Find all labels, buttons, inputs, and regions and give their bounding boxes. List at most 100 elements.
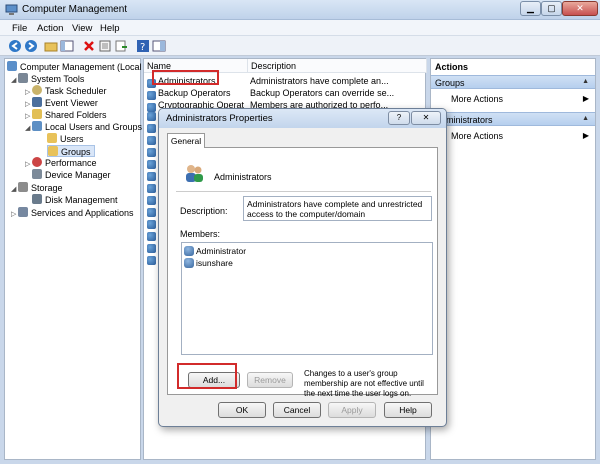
computer-icon bbox=[7, 61, 17, 71]
export-list-icon[interactable] bbox=[114, 39, 128, 53]
folder-icon bbox=[48, 146, 58, 156]
help-icon[interactable]: ? bbox=[136, 39, 150, 53]
general-tab-panel: Administrators Description: Administrato… bbox=[167, 147, 438, 398]
members-list[interactable]: Administrator isunshare bbox=[181, 242, 433, 355]
actions-pane: Actions Groups ▲ More Actions ▶ Administ… bbox=[430, 58, 596, 460]
svg-text:?: ? bbox=[140, 42, 145, 53]
user-icon bbox=[184, 246, 194, 256]
menu-file[interactable]: File bbox=[12, 23, 27, 34]
menu-action[interactable]: Action bbox=[37, 23, 63, 34]
tree-item-event-viewer[interactable]: ▷ Event Viewer bbox=[25, 97, 98, 109]
tree-item-shared-folders[interactable]: ▷ Shared Folders bbox=[25, 109, 107, 121]
member-item[interactable]: isunshare bbox=[184, 258, 233, 268]
clock-icon bbox=[32, 85, 42, 95]
divider bbox=[176, 191, 431, 192]
close-button[interactable]: ✕ bbox=[562, 1, 598, 16]
expand-arrow-icon[interactable]: ▷ bbox=[11, 209, 18, 221]
menu-bar: File Action View Help bbox=[0, 20, 600, 36]
tree-item-storage[interactable]: ◢ Storage bbox=[11, 182, 63, 194]
member-item[interactable]: Administrator bbox=[184, 246, 246, 256]
apply-button[interactable]: Apply bbox=[328, 402, 376, 418]
dialog-title-bar: Administrators Properties ? ✕ bbox=[159, 109, 446, 128]
column-header-description[interactable]: Description bbox=[248, 59, 427, 73]
tree-item-disk-management[interactable]: Disk Management bbox=[32, 194, 118, 206]
more-actions-administrators[interactable]: More Actions bbox=[451, 131, 503, 141]
highlight-administrators bbox=[152, 70, 219, 85]
storage-icon bbox=[18, 182, 28, 192]
menu-help[interactable]: Help bbox=[100, 23, 120, 34]
group-icon bbox=[147, 148, 156, 157]
dialog-title: Administrators Properties bbox=[166, 113, 273, 124]
show-hide-tree-icon[interactable] bbox=[60, 39, 74, 53]
submenu-arrow-icon: ▶ bbox=[582, 131, 589, 140]
cancel-button[interactable]: Cancel bbox=[273, 402, 321, 418]
help-button[interactable]: Help bbox=[384, 402, 432, 418]
collapse-up-icon[interactable]: ▲ bbox=[582, 115, 589, 122]
maximize-button[interactable]: ▢ bbox=[541, 1, 562, 16]
group-icon bbox=[147, 160, 156, 169]
delete-icon[interactable] bbox=[82, 39, 96, 53]
group-icon bbox=[147, 172, 156, 181]
administrators-properties-dialog: Administrators Properties ? ✕ General Ad… bbox=[158, 108, 447, 427]
description-label: Description: bbox=[180, 206, 228, 216]
dialog-close-icon[interactable]: ✕ bbox=[411, 111, 441, 125]
actions-header: Actions bbox=[435, 62, 469, 72]
group-icon bbox=[147, 136, 156, 145]
disk-icon bbox=[32, 194, 42, 204]
group-icon bbox=[147, 196, 156, 205]
expand-arrow-icon[interactable]: ◢ bbox=[11, 75, 18, 87]
tab-general[interactable]: General bbox=[167, 133, 205, 148]
back-icon[interactable] bbox=[8, 39, 22, 53]
user-icon bbox=[184, 258, 194, 268]
submenu-arrow-icon: ▶ bbox=[582, 94, 589, 103]
ok-button[interactable]: OK bbox=[218, 402, 266, 418]
group-icon bbox=[147, 124, 156, 133]
group-icon bbox=[147, 232, 156, 241]
minimize-button[interactable]: ▁ bbox=[520, 1, 541, 16]
group-description-cell: Administrators have complete an... bbox=[250, 76, 389, 86]
actions-group-groups[interactable]: Groups ▲ bbox=[431, 75, 595, 89]
shared-folder-icon bbox=[32, 109, 42, 119]
window-title: Computer Management bbox=[22, 4, 128, 15]
toolbar: ? bbox=[0, 36, 600, 56]
tree-item-task-scheduler[interactable]: ▷ Task Scheduler bbox=[25, 85, 107, 97]
actions-group-administrators[interactable]: Administrators ▲ bbox=[431, 112, 595, 126]
remove-button[interactable]: Remove bbox=[247, 372, 293, 388]
dialog-help-icon[interactable]: ? bbox=[388, 111, 410, 125]
expand-arrow-icon[interactable]: ◢ bbox=[11, 184, 18, 196]
tree-item-computer-management[interactable]: Computer Management (Local bbox=[7, 61, 142, 73]
forward-icon[interactable] bbox=[24, 39, 38, 53]
group-name: Administrators bbox=[214, 172, 272, 182]
title-bar: Computer Management ▁ ▢ ✕ bbox=[0, 0, 600, 20]
expand-arrow-icon[interactable]: ▷ bbox=[25, 159, 32, 171]
tree-item-performance[interactable]: ▷ Performance bbox=[25, 157, 97, 169]
collapse-up-icon[interactable]: ▲ bbox=[582, 78, 589, 85]
tools-icon bbox=[18, 73, 28, 83]
members-label: Members: bbox=[180, 229, 221, 239]
tree-item-groups[interactable]: Groups bbox=[47, 145, 95, 157]
show-action-pane-icon[interactable] bbox=[152, 39, 166, 53]
tree-item-local-users-and-groups[interactable]: ◢ Local Users and Groups bbox=[25, 121, 142, 133]
group-description-cell: Backup Operators can override se... bbox=[250, 88, 395, 98]
folder-icon bbox=[47, 133, 57, 143]
membership-note: Changes to a user's group membership are… bbox=[304, 369, 424, 398]
table-row[interactable]: Backup Operators Backup Operators can ove… bbox=[144, 87, 427, 100]
up-folder-icon[interactable] bbox=[44, 39, 58, 53]
tree-item-users[interactable]: Users bbox=[47, 133, 84, 145]
tree-item-device-manager[interactable]: Device Manager bbox=[32, 169, 111, 181]
more-actions-groups[interactable]: More Actions bbox=[451, 94, 503, 104]
description-field[interactable]: Administrators have complete and unrestr… bbox=[243, 196, 432, 221]
navigation-tree: Computer Management (Local ◢ System Tools… bbox=[4, 58, 142, 460]
group-icon bbox=[147, 256, 156, 265]
device-manager-icon bbox=[32, 169, 42, 179]
menu-view[interactable]: View bbox=[72, 23, 92, 34]
properties-icon[interactable] bbox=[98, 39, 112, 53]
tree-item-services-and-applications[interactable]: ▷ Services and Applications bbox=[11, 207, 134, 219]
highlight-add-button bbox=[177, 363, 237, 389]
group-icon bbox=[147, 244, 156, 253]
group-icon bbox=[147, 112, 156, 121]
group-icon bbox=[147, 184, 156, 193]
tree-item-system-tools[interactable]: ◢ System Tools bbox=[11, 73, 84, 85]
group-icon bbox=[147, 220, 156, 229]
expand-arrow-icon[interactable]: ◢ bbox=[25, 123, 32, 135]
